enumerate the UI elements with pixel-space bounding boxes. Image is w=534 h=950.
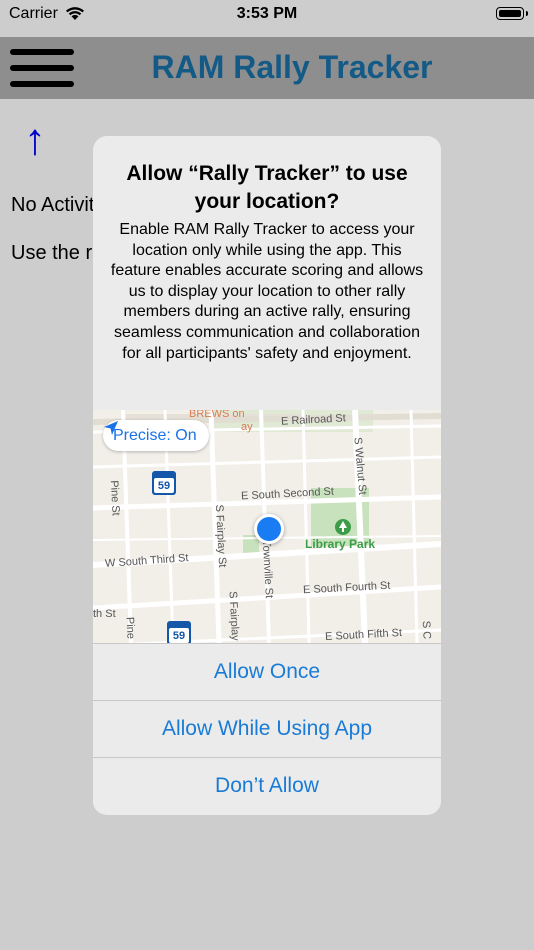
up-arrow-icon: ↑ <box>24 115 46 164</box>
street-fairplay-lower: S Fairplay <box>226 590 242 642</box>
street-pine-lower: Pine <box>123 616 137 640</box>
location-map: Precise: On BREWS on ay E Railroad St S … <box>93 410 441 643</box>
route-number-lower: 59 <box>172 630 186 642</box>
alert-message: Enable RAM Rally Tracker to access your … <box>110 221 424 362</box>
route-shield-icon-lower: 59 <box>166 620 192 643</box>
no-activity-label: No Activit <box>11 194 95 216</box>
location-permission-alert: Allow “Rally Tracker” to use your locati… <box>93 136 441 815</box>
street-pine: Pine St <box>107 479 122 517</box>
allow-while-using-button[interactable]: Allow While Using App <box>93 700 441 757</box>
hamburger-menu-icon[interactable] <box>10 49 74 87</box>
park-label: Library Park <box>305 537 376 551</box>
location-arrow-icon <box>104 421 118 435</box>
nav-bar: RAM Rally Tracker <box>0 37 534 99</box>
street-edge-label-right: S C <box>419 620 433 640</box>
street-edge-label: th St <box>93 608 116 620</box>
dont-allow-button[interactable]: Don’t Allow <box>93 757 441 814</box>
user-location-dot <box>254 514 284 544</box>
alert-title: Allow “Rally Tracker” to use your locati… <box>126 162 408 213</box>
map-poi-label: BREWS on <box>189 410 245 420</box>
status-bar: Carrier 3:53 PM <box>0 0 534 36</box>
precise-label: Precise: On <box>113 426 197 444</box>
route-number: 59 <box>157 480 171 492</box>
precise-toggle[interactable]: Precise: On <box>103 420 209 451</box>
app-title: RAM Rally Tracker <box>151 49 433 85</box>
battery-icon <box>496 7 528 20</box>
allow-once-button[interactable]: Allow Once <box>93 643 441 700</box>
route-shield-icon: 59 <box>151 470 177 496</box>
map-poi-label-2: ay <box>241 421 253 433</box>
clock-time: 3:53 PM <box>236 5 298 22</box>
